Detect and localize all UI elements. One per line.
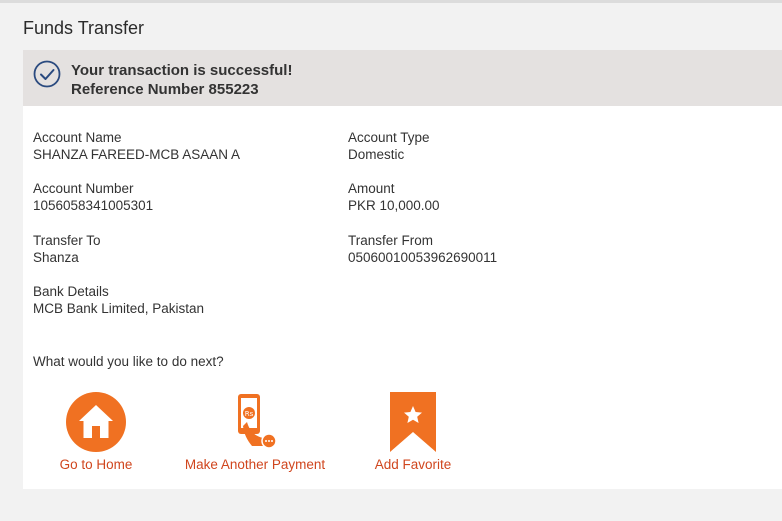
- next-steps-question: What would you like to do next?: [33, 354, 224, 369]
- transfer-from-field: Transfer From 05060010053962690011: [348, 232, 497, 266]
- account-name-value: SHANZA FAREED-MCB ASAAN A: [33, 147, 241, 162]
- account-number-value: 1056058341005301: [33, 198, 154, 213]
- amount-label: Amount: [348, 181, 395, 196]
- success-message: Your transaction is successful!: [71, 62, 293, 79]
- top-divider: [0, 0, 782, 3]
- make-another-payment-label: Make Another Payment: [184, 457, 326, 472]
- banner-text: Your transaction is successful! Referenc…: [71, 61, 292, 99]
- bank-details-field: Bank Details MCB Bank Limited, Pakistan: [33, 283, 204, 317]
- transfer-result-card: Your transaction is successful! Referenc…: [23, 50, 782, 489]
- bank-details-value: MCB Bank Limited, Pakistan: [33, 301, 205, 316]
- add-favorite-label: Add Favorite: [374, 457, 452, 472]
- bank-details-label: Bank Details: [33, 284, 109, 299]
- favorite-bookmark-icon: [390, 392, 436, 452]
- transfer-from-label: Transfer From: [348, 233, 434, 248]
- account-type-value: Domestic: [348, 147, 405, 162]
- make-another-payment-action[interactable]: Rs Make Another Payment: [179, 392, 331, 472]
- account-name-label: Account Name: [33, 130, 122, 145]
- go-to-home-action[interactable]: Go to Home: [59, 392, 133, 472]
- account-name-field: Account Name SHANZA FAREED-MCB ASAAN A: [33, 129, 240, 163]
- account-type-label: Account Type: [348, 130, 430, 145]
- svg-text:Rs: Rs: [245, 410, 254, 418]
- reference-number: Reference Number 855223: [71, 81, 259, 98]
- account-type-field: Account Type Domestic: [348, 129, 430, 163]
- transfer-to-field: Transfer To Shanza: [33, 232, 101, 266]
- account-number-field: Account Number 1056058341005301: [33, 180, 153, 214]
- payment-icon: Rs: [238, 394, 277, 449]
- go-to-home-label: Go to Home: [59, 457, 133, 472]
- amount-value: PKR 10,000.00: [348, 198, 440, 213]
- home-icon: [66, 392, 126, 452]
- transfer-from-value: 05060010053962690011: [348, 250, 498, 265]
- page-title: Funds Transfer: [23, 18, 145, 38]
- transfer-to-value: Shanza: [33, 250, 79, 265]
- transfer-to-label: Transfer To: [33, 233, 101, 248]
- check-circle-icon: [33, 60, 61, 88]
- amount-field: Amount PKR 10,000.00: [348, 180, 440, 214]
- success-banner: Your transaction is successful! Referenc…: [23, 50, 782, 106]
- add-favorite-action[interactable]: Add Favorite: [371, 392, 455, 472]
- account-number-label: Account Number: [33, 181, 134, 196]
